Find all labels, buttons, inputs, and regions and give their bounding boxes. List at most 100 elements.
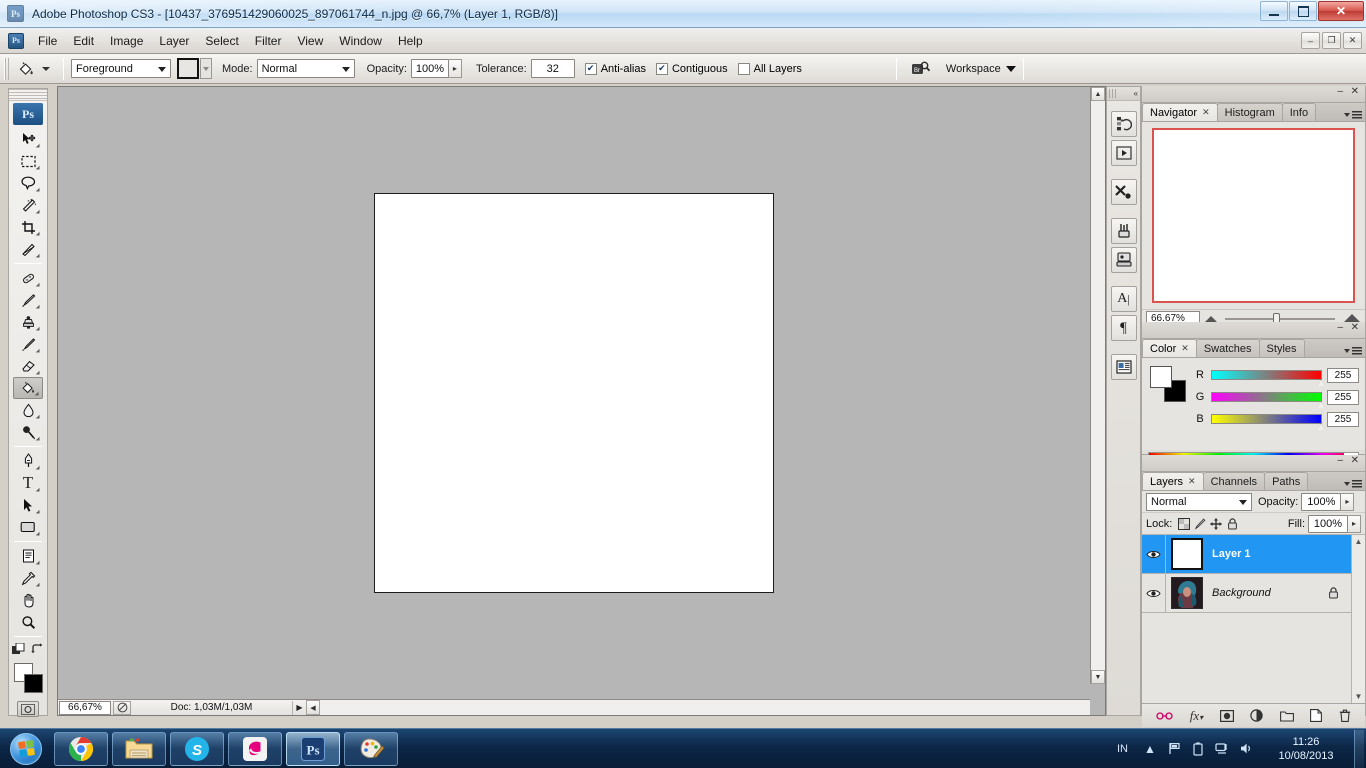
brush-tool[interactable] — [13, 289, 43, 311]
link-layers-button[interactable] — [1156, 711, 1173, 721]
new-layer-button[interactable] — [1310, 709, 1323, 722]
volume-icon[interactable] — [1236, 739, 1256, 759]
layers-opacity-input[interactable]: 100% — [1301, 492, 1342, 511]
menu-window[interactable]: Window — [331, 31, 390, 51]
tab-styles[interactable]: Styles — [1258, 339, 1305, 357]
window-maximize-button[interactable] — [1289, 1, 1317, 21]
pattern-picker-caret-icon[interactable] — [200, 58, 212, 79]
lock-image-pixels-icon[interactable] — [1192, 516, 1208, 532]
character-panel-icon[interactable]: A | — [1110, 286, 1137, 312]
layer-visibility-toggle-background[interactable] — [1142, 574, 1166, 612]
taskbar-skype[interactable]: S — [170, 731, 224, 766]
layer-thumbnail-background[interactable] — [1171, 577, 1203, 609]
image-canvas[interactable] — [374, 193, 774, 593]
layer-row-background[interactable]: Background — [1142, 574, 1365, 613]
blue-value[interactable]: 255 — [1327, 411, 1359, 427]
start-button[interactable] — [2, 731, 50, 767]
tab-navigator-close-icon[interactable]: ✕ — [1202, 107, 1210, 118]
green-slider[interactable] — [1211, 392, 1325, 408]
swap-colors-icon[interactable] — [31, 642, 44, 656]
color-minimize-icon[interactable]: – — [1337, 323, 1343, 333]
notes-tool[interactable] — [13, 545, 43, 567]
taskbar-camfrog[interactable] — [228, 731, 282, 766]
navigator-close-icon[interactable]: ✕ — [1351, 87, 1359, 97]
move-tool[interactable] — [13, 128, 43, 150]
clone-stamp-tool[interactable] — [13, 311, 43, 333]
window-close-button[interactable]: ✕ — [1318, 1, 1364, 21]
color-foreground-swatch[interactable] — [1150, 366, 1172, 388]
show-hidden-icons-button[interactable]: ▲ — [1140, 739, 1160, 759]
layer-row-layer-1[interactable]: Layer 1 — [1142, 535, 1365, 574]
background-color-swatch[interactable] — [24, 674, 43, 693]
menu-help[interactable]: Help — [390, 31, 431, 51]
tab-color[interactable]: Color ✕ — [1142, 339, 1197, 357]
battery-icon[interactable] — [1188, 739, 1208, 759]
default-colors-icon[interactable] — [12, 642, 25, 656]
layers-minimize-icon[interactable]: – — [1337, 456, 1343, 466]
layers-close-icon[interactable]: ✕ — [1351, 456, 1359, 466]
language-indicator[interactable]: IN — [1117, 743, 1128, 755]
tab-color-close-icon[interactable]: ✕ — [1181, 343, 1189, 354]
network-icon[interactable] — [1212, 739, 1232, 759]
tab-layers[interactable]: Layers ✕ — [1142, 472, 1204, 490]
options-bar-grip[interactable] — [4, 57, 10, 80]
opacity-input[interactable]: 100% — [410, 59, 449, 78]
layer-thumbnail-layer-1[interactable] — [1171, 538, 1203, 570]
actions-panel-icon[interactable] — [1110, 140, 1137, 166]
document-info-arrow-icon[interactable]: ▶ — [292, 700, 306, 715]
menu-edit[interactable]: Edit — [65, 31, 102, 51]
tab-histogram[interactable]: Histogram — [1216, 103, 1283, 121]
document-minimize-button[interactable]: – — [1301, 32, 1320, 49]
horizontal-type-tool[interactable]: T — [13, 472, 43, 494]
paragraph-panel-icon[interactable]: ¶ — [1110, 315, 1137, 341]
history-panel-icon[interactable] — [1110, 111, 1137, 137]
lock-transparent-pixels-icon[interactable] — [1176, 516, 1192, 532]
eyedropper-tool[interactable] — [13, 567, 43, 589]
action-center-flag-icon[interactable] — [1164, 739, 1184, 759]
clone-source-panel-icon[interactable] — [1110, 247, 1137, 273]
menu-select[interactable]: Select — [197, 31, 246, 51]
history-brush-tool[interactable] — [13, 333, 43, 355]
blue-slider[interactable] — [1211, 414, 1325, 430]
show-desktop-button[interactable] — [1354, 729, 1364, 768]
document-vertical-scrollbar[interactable]: ▲ ▼ — [1090, 87, 1105, 684]
layers-opacity-slider-arrow-icon[interactable]: ▸ — [1341, 492, 1355, 511]
fill-input[interactable]: 100% — [1308, 514, 1348, 533]
zoom-level-field[interactable]: 66,67% — [59, 700, 111, 715]
all-layers-checkbox[interactable]: All Layers — [737, 62, 802, 75]
pattern-swatch[interactable] — [177, 58, 199, 79]
taskbar-explorer[interactable] — [112, 731, 166, 766]
tab-info[interactable]: Info — [1281, 103, 1317, 121]
zoom-tool[interactable] — [13, 611, 43, 633]
tab-layers-close-icon[interactable]: ✕ — [1188, 476, 1196, 487]
taskbar-chrome[interactable] — [54, 731, 108, 766]
eraser-tool[interactable] — [13, 355, 43, 377]
navigator-panel-menu-button[interactable] — [1344, 111, 1362, 119]
tab-swatches[interactable]: Swatches — [1195, 339, 1260, 357]
taskbar-paint[interactable] — [344, 731, 398, 766]
blend-mode-dropdown[interactable]: Normal — [1146, 492, 1252, 511]
bridge-icon[interactable]: Br — [910, 59, 932, 79]
lock-all-icon[interactable] — [1224, 516, 1240, 532]
tab-navigator[interactable]: Navigator ✕ — [1142, 103, 1218, 121]
window-minimize-button[interactable] — [1260, 1, 1288, 21]
collapse-panels-icon[interactable]: « — [1134, 89, 1138, 98]
green-value[interactable]: 255 — [1327, 389, 1359, 405]
healing-brush-tool[interactable] — [13, 267, 43, 289]
tolerance-input[interactable]: 32 — [530, 59, 575, 78]
menu-layer[interactable]: Layer — [151, 31, 197, 51]
crop-tool[interactable] — [13, 216, 43, 238]
rectangle-shape-tool[interactable] — [13, 516, 43, 538]
path-selection-tool[interactable] — [13, 494, 43, 516]
paint-bucket-tool[interactable] — [13, 377, 43, 399]
tool-presets-panel-icon[interactable] — [1110, 179, 1137, 205]
navigator-minimize-icon[interactable]: – — [1337, 87, 1343, 97]
slice-tool[interactable] — [13, 238, 43, 260]
document-horizontal-scrollbar[interactable]: ◀ — [306, 699, 1090, 715]
layer-comps-panel-icon[interactable] — [1110, 354, 1137, 380]
red-value[interactable]: 255 — [1327, 367, 1359, 383]
tool-preset-caret-icon[interactable] — [42, 66, 50, 71]
tab-channels[interactable]: Channels — [1202, 472, 1266, 490]
menu-file[interactable]: File — [30, 31, 65, 51]
delete-layer-button[interactable] — [1339, 709, 1351, 722]
